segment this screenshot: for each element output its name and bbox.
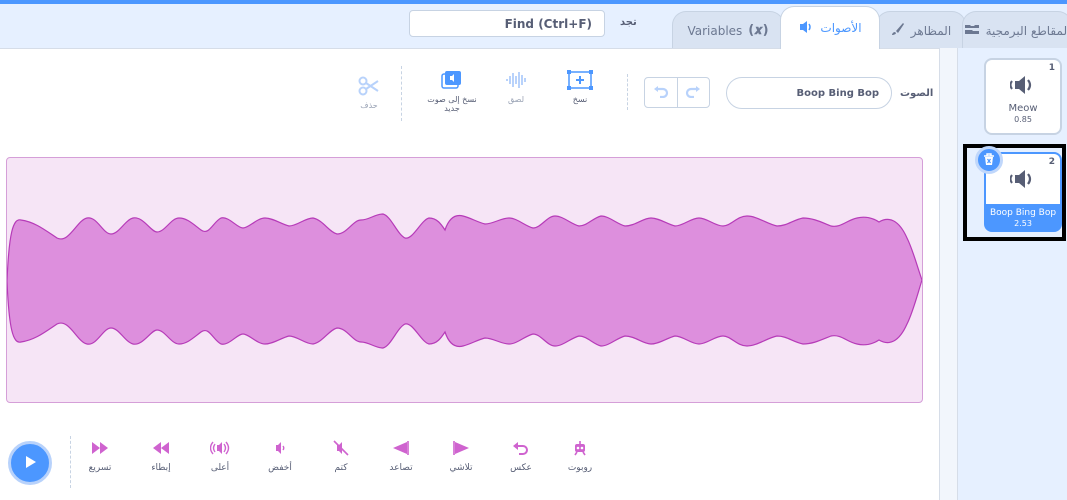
copy-to-new-button[interactable]: نسخ إلى صوت جديد <box>422 70 482 113</box>
effect-reverse-button[interactable]: عكس <box>496 440 546 473</box>
softer-icon <box>270 440 290 459</box>
copy-to-new-sound-icon <box>441 70 463 93</box>
fade-out-icon <box>451 440 471 459</box>
tab-variables[interactable]: Variables (𝒙) <box>672 11 784 49</box>
effect-label: روبوت <box>567 463 593 473</box>
sound-duration: 0.85 <box>1014 115 1032 124</box>
tab-costumes-label: المظاهر <box>910 23 952 38</box>
trash-icon <box>983 151 995 170</box>
effect-louder-button[interactable]: أعلى <box>195 440 245 473</box>
effect-label: تلاشي <box>449 463 473 473</box>
tab-sounds-label: الأصوات <box>820 21 862 35</box>
tab-costumes[interactable]: المظاهر <box>876 11 966 49</box>
variable-x-icon: (𝒙) <box>748 23 769 38</box>
paste-button[interactable]: لصق <box>498 70 534 105</box>
undo-button[interactable] <box>645 78 677 107</box>
copy-selection-icon <box>567 70 593 93</box>
tab-variables-label: Variables <box>687 23 743 38</box>
waveform-display[interactable] <box>6 157 923 403</box>
play-button[interactable] <box>8 441 52 485</box>
find-label: تجد <box>620 17 637 28</box>
copy-label: نسخ <box>572 94 588 104</box>
effect-label: تصاعد <box>389 463 413 473</box>
effect-fade-in-button[interactable]: تصاعد <box>376 440 426 473</box>
effect-label: تسريع <box>88 463 112 473</box>
mute-icon <box>331 440 351 459</box>
scissors-icon <box>358 76 380 99</box>
delete-sound-button[interactable] <box>975 146 1003 174</box>
effect-label: إبطاء <box>151 463 171 473</box>
effect-label: أخفض <box>268 463 292 473</box>
sound-speaker-icon <box>986 74 1060 99</box>
effect-fade-out-button[interactable]: تلاشي <box>436 440 486 473</box>
effect-label: أعلى <box>210 463 230 473</box>
effect-softer-button[interactable]: أخفض <box>255 440 305 473</box>
faster-icon <box>90 440 110 459</box>
sound-number: 1 <box>1048 63 1055 73</box>
reverse-icon <box>511 440 531 459</box>
fade-in-icon <box>391 440 411 459</box>
sound-name-input[interactable]: Boop Bing Bop <box>726 77 892 109</box>
effect-mute-button[interactable]: كتم <box>316 440 366 473</box>
tab-code-label: المقاطع البرمجية <box>985 23 1067 38</box>
copy-to-new-label: نسخ إلى صوت جديد <box>427 94 477 113</box>
paste-wave-icon <box>504 70 528 93</box>
slower-icon <box>151 440 171 459</box>
waveform-graphic <box>7 213 922 349</box>
sound-editor-window: Find (Ctrl+F) تجد Variables (𝒙) الأصوات … <box>0 0 1067 500</box>
toolbar-separator <box>401 66 402 121</box>
sound-duration: 2.53 <box>1014 219 1032 228</box>
undo-icon <box>653 83 669 102</box>
panel-gutter <box>940 48 957 500</box>
delete-label: حذف <box>360 100 378 110</box>
effects-separator <box>70 436 71 488</box>
sound-name: Boop Bing Bop <box>989 208 1057 218</box>
tab-code[interactable]: المقاطع البرمجية <box>962 11 1067 49</box>
speaker-icon <box>798 20 814 37</box>
play-icon <box>23 454 37 473</box>
sound-name-label: الصوت <box>900 88 934 99</box>
undo-redo-group <box>644 77 710 108</box>
effect-robot-button[interactable]: روبوت <box>555 440 605 473</box>
tab-sounds[interactable]: الأصوات <box>780 6 880 49</box>
louder-icon <box>209 440 230 459</box>
paste-label: لصق <box>507 94 525 104</box>
sound-name: Meow <box>1008 103 1038 114</box>
toolbar-separator <box>627 74 628 110</box>
effect-slower-button[interactable]: إبطاء <box>136 440 186 473</box>
copy-button[interactable]: نسخ <box>560 70 600 105</box>
robot-icon <box>570 440 590 459</box>
paintbrush-icon <box>891 22 905 39</box>
effect-faster-button[interactable]: تسريع <box>75 440 125 473</box>
sound-number: 2 <box>1048 157 1055 167</box>
redo-button[interactable] <box>676 78 709 107</box>
code-blocks-icon <box>964 23 980 38</box>
effect-label: كتم <box>334 463 348 473</box>
sound-card-meow[interactable]: 1 Meow 0.85 <box>984 58 1062 135</box>
find-input[interactable]: Find (Ctrl+F) <box>409 10 605 37</box>
effect-label: عكس <box>510 463 532 473</box>
delete-button[interactable]: حذف <box>352 76 386 111</box>
redo-icon <box>685 83 701 102</box>
